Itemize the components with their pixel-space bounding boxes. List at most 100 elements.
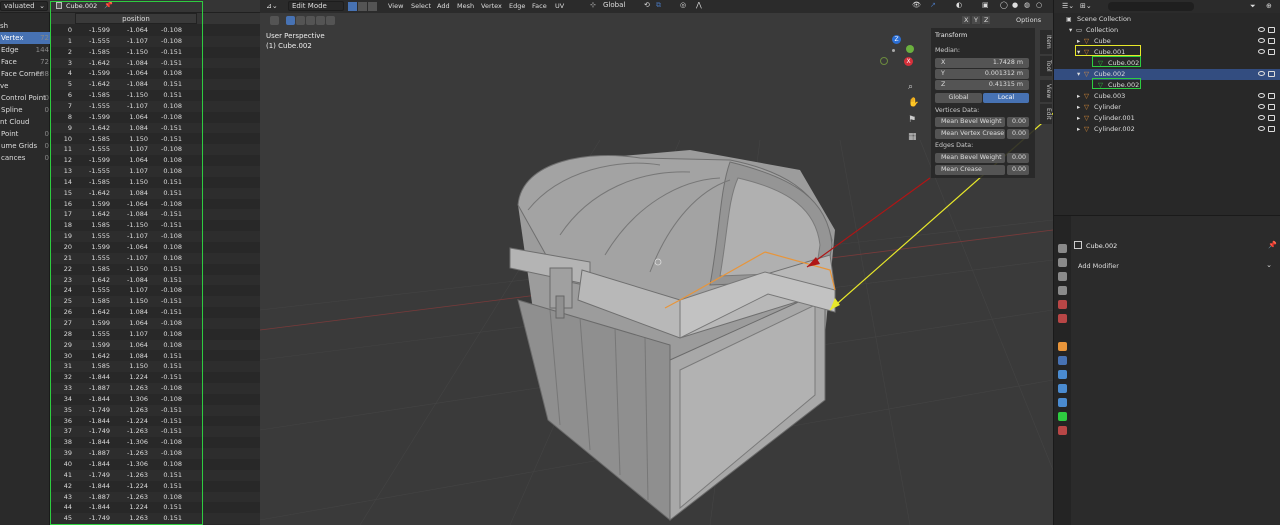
eye-icon[interactable] [1258,27,1265,32]
eye-icon[interactable] [1258,93,1265,98]
snap-icon[interactable]: ⧉ [656,1,661,10]
filter-icon[interactable]: ⏷ [1250,2,1256,11]
tab-view[interactable]: View [1040,80,1052,102]
menu-add[interactable]: Add [437,1,450,12]
render-tab-icon[interactable] [1058,258,1067,267]
domain-item[interactable]: Point 0 [0,128,50,140]
mean-bevel-weight-edge-field[interactable]: 0.00 [1007,153,1029,163]
domain-item[interactable]: nt Cloud [0,116,50,128]
select-new-icon[interactable] [286,16,295,25]
visibility-icon[interactable]: 👁 [912,1,921,9]
menu-face[interactable]: Face [532,1,547,12]
modifier-tab-icon[interactable] [1058,356,1067,365]
new-collection-icon[interactable]: ⊕ [1266,2,1272,10]
wireframe-shading-icon[interactable]: ◯ [1000,1,1008,9]
pivot-icon[interactable]: ⟲ [644,1,650,9]
rendered-shading-icon[interactable]: ○ [1036,1,1042,9]
menu-mesh[interactable]: Mesh [457,1,474,12]
tab-item[interactable]: Item [1040,30,1052,54]
camera-icon[interactable] [1268,49,1275,55]
mean-bevel-weight-vertex-field[interactable]: 0.00 [1007,117,1029,127]
gizmo-z[interactable]: Z [892,35,901,44]
domain-item[interactable]: sh [0,20,50,32]
tab-edit[interactable]: Edit [1040,104,1052,124]
domain-item[interactable]: ume Grids 0 [0,140,50,152]
menu-select[interactable]: Select [411,1,431,12]
camera-icon[interactable] [1268,38,1275,44]
tool-tab-icon[interactable] [1058,244,1067,253]
domain-item[interactable]: Edge 144 [0,44,50,56]
domain-item[interactable]: Vertex 72 [0,32,50,44]
scene-collection-row[interactable]: ▣ Scene Collection [1054,14,1280,25]
select-subtract-icon[interactable] [306,16,315,25]
domain-item[interactable]: cances 0 [0,152,50,164]
domain-item[interactable]: ve [0,80,50,92]
global-button[interactable]: Global [935,93,982,103]
camera-icon[interactable] [1268,27,1275,33]
particles-tab-icon[interactable] [1058,370,1067,379]
display-mode-icon[interactable]: ⊞⌄ [1080,2,1092,10]
constraints-tab-icon[interactable] [1058,398,1067,407]
menu-view[interactable]: View [388,1,403,12]
eye-icon[interactable] [1258,104,1265,109]
expand-down-icon[interactable]: ▾ [1077,69,1080,80]
world-tab-icon[interactable] [1058,314,1067,323]
mirror-y-toggle[interactable]: Y [972,16,980,24]
expand-right-icon[interactable]: ▸ [1077,102,1080,113]
evaluated-dropdown[interactable]: valuated ⌄ [0,1,48,11]
select-invert-icon[interactable] [316,16,325,25]
menu-edge[interactable]: Edge [509,1,525,12]
mirror-z-toggle[interactable]: Z [982,16,991,24]
camera-icon[interactable] [1268,71,1275,77]
add-modifier-button[interactable]: Add Modifier ⌄ [1074,260,1274,271]
eye-icon[interactable] [1258,126,1265,131]
domain-item[interactable]: Face 72 [0,56,50,68]
orientation-dropdown[interactable]: Global [600,1,638,11]
options-dropdown[interactable]: Options [1016,16,1041,24]
eye-icon[interactable] [1258,38,1265,43]
tab-tool[interactable]: Tool [1040,56,1052,76]
physics-tab-icon[interactable] [1058,384,1067,393]
outliner-item[interactable]: ▽ Cube.002 [1054,58,1280,69]
gizmo-y[interactable] [906,45,914,53]
outliner-item[interactable]: ▾ ▽ Cube.002 [1054,69,1280,80]
menu-uv[interactable]: UV [555,1,564,12]
mean-vertex-crease-field[interactable]: 0.00 [1007,129,1029,139]
mean-crease-field[interactable]: 0.00 [1007,165,1029,175]
data-tab-icon[interactable] [1058,412,1067,421]
expand-right-icon[interactable]: ▸ [1077,113,1080,124]
editor-type-icon[interactable]: ⊿⌄ [266,2,284,11]
material-tab-icon[interactable] [1058,426,1067,435]
material-shading-icon[interactable]: ◍ [1024,1,1030,9]
camera-icon[interactable] [1268,104,1275,110]
transform-title[interactable]: Transform [935,31,967,39]
proportional-edit-icon[interactable]: ◎ [680,1,686,9]
grid-icon[interactable]: ▦ [908,132,917,142]
scene-tab-icon[interactable] [1058,300,1067,309]
median-y-field[interactable]: Y 0.001312 m [935,69,1029,79]
select-box-icon[interactable] [270,16,279,25]
domain-item[interactable]: Face Corner 288 [0,68,50,80]
expand-right-icon[interactable]: ▸ [1077,124,1080,135]
gizmo-x[interactable]: X [904,57,913,66]
camera-icon[interactable]: ⚑ [908,115,916,125]
pin-icon[interactable]: 📌 [1268,241,1277,249]
expand-down-icon[interactable]: ▾ [1069,25,1072,36]
output-tab-icon[interactable] [1058,272,1067,281]
solid-shading-icon[interactable]: ● [1012,1,1018,9]
outliner-item[interactable]: ▾ ▭ Collection [1054,25,1280,36]
orientation-icon[interactable]: ⊹ [590,1,596,9]
pan-icon[interactable]: ✋ [908,98,919,108]
outliner-item[interactable]: ▸ ▽ Cylinder [1054,102,1280,113]
gizmo-toggle-icon[interactable]: ↗ [930,1,936,9]
select-extend-icon[interactable] [296,16,305,25]
camera-icon[interactable] [1268,115,1275,121]
outliner-item[interactable]: ▸ ▽ Cylinder.001 [1054,113,1280,124]
domain-item[interactable]: Spline 0 [0,104,50,116]
camera-icon[interactable] [1268,93,1275,99]
falloff-icon[interactable]: ⋀ [696,1,702,9]
mirror-x-toggle[interactable]: X [962,16,971,24]
menu-vertex[interactable]: Vertex [481,1,502,12]
vertex-select-icon[interactable] [348,2,357,11]
median-x-field[interactable]: X 1.7428 m [935,58,1029,68]
